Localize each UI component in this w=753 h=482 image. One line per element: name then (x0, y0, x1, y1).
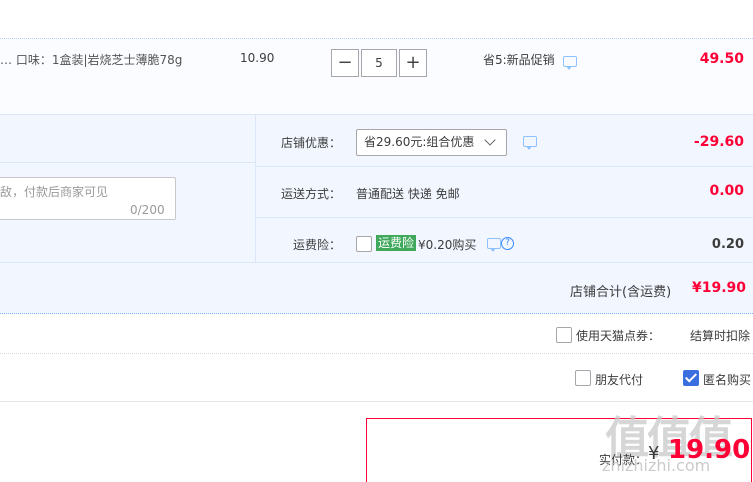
shop-discount-label: 店铺优惠： (281, 136, 342, 150)
quantity-input[interactable]: 5 (361, 49, 397, 77)
shipping-cost: 0.00 (709, 183, 744, 199)
quantity-plus-button[interactable]: + (399, 49, 427, 77)
seller-message-count: 0/200 (130, 203, 165, 217)
shop-discount-value: -29.60 (693, 134, 744, 150)
watermark-site: zhizhizhi.com (602, 456, 711, 475)
insurance-checkbox[interactable] (356, 236, 372, 252)
shipping-method: 普通配送 快递 免邮 (356, 187, 460, 201)
item-unit-price: 10.90 (240, 51, 275, 65)
tmall-points-checkbox[interactable] (556, 327, 572, 343)
shop-total-value: ¥19.90 (692, 280, 747, 296)
seller-message-placeholder: 敌，付款后商家可见 (0, 185, 109, 199)
item-promo: 省5:新品促销 (483, 53, 555, 67)
item-props: … 口味：1盒装|岩烧芝士薄脆78g (0, 53, 183, 67)
shop-discount-select[interactable]: 省29.60元:组合优惠 (356, 129, 507, 156)
divider (0, 353, 753, 354)
divider (255, 114, 256, 262)
shipping-label: 运送方式： (281, 187, 342, 201)
insurance-comment-icon[interactable] (487, 238, 501, 252)
insurance-badge: 运费险 (376, 235, 417, 251)
anonymous-checkbox[interactable] (683, 370, 699, 386)
divider (0, 162, 255, 163)
insurance-label: 运费险： (293, 238, 342, 252)
tmall-points-label: 使用天猫点券： (576, 329, 661, 343)
shop-total-label: 店铺合计(含运费) (570, 285, 672, 300)
insurance-cost: 0.20 (711, 237, 744, 252)
insurance-price: ¥0.20购买 (418, 238, 477, 252)
divider (256, 166, 753, 167)
item-subtotal: 49.50 (699, 51, 744, 67)
divider (256, 217, 753, 218)
deduct-note: 结算时扣除 (690, 329, 751, 343)
friend-pay-label: 朋友代付 (595, 373, 644, 387)
divider (0, 262, 753, 263)
anonymous-label: 匿名购买 (703, 373, 752, 387)
quantity-minus-button[interactable]: − (331, 49, 359, 77)
friend-pay-checkbox[interactable] (575, 370, 591, 386)
discount-comment-icon[interactable] (523, 136, 537, 150)
promo-comment-icon[interactable] (563, 56, 577, 70)
help-icon[interactable]: ? (501, 237, 514, 250)
